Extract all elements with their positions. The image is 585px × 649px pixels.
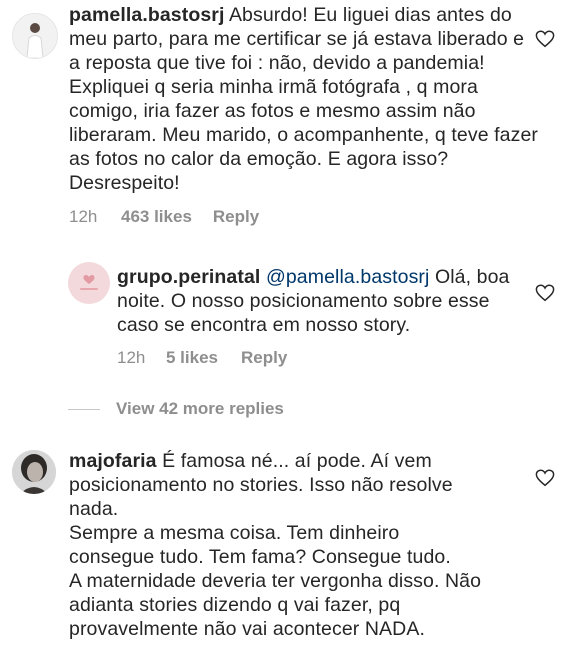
comment-meta: 12h 463 likes Reply <box>69 207 259 227</box>
comment-paragraph: majofaria É famosa né... aí pode. Aí vem… <box>69 449 489 521</box>
avatar-grupo-perinatal[interactable] <box>68 262 110 304</box>
mention-link[interactable]: @pamella.bastosrj <box>266 266 429 288</box>
divider-line <box>68 408 100 410</box>
avatar-majofaria[interactable] <box>12 450 56 494</box>
heart-outline-icon[interactable] <box>535 30 555 48</box>
comment-meta: 12h 5 likes Reply <box>117 348 287 368</box>
comment-time: 12h <box>69 207 98 226</box>
reply-button[interactable]: Reply <box>241 348 287 368</box>
comment-username[interactable]: majofaria <box>69 450 157 472</box>
heart-outline-icon[interactable] <box>535 284 555 302</box>
avatar-pamella[interactable] <box>12 13 58 59</box>
comment-text: pamella.bastosrj Absurdo! Eu liguei dias… <box>69 3 539 195</box>
heart-outline-icon[interactable] <box>535 469 555 487</box>
comment-body: Absurdo! Eu liguei dias antes do meu par… <box>69 4 539 194</box>
comment-time: 12h <box>117 348 146 367</box>
comment-likes[interactable]: 463 likes <box>121 207 192 227</box>
comment-text: grupo.perinatal @pamella.bastosrj Olá, b… <box>117 265 527 337</box>
comment-username[interactable]: pamella.bastosrj <box>69 4 225 26</box>
comment-paragraph: Sempre a mesma coisa. Tem dinheiro conse… <box>69 522 451 568</box>
reply-button[interactable]: Reply <box>213 207 259 227</box>
comment-likes[interactable]: 5 likes <box>166 348 218 368</box>
view-more-label[interactable]: View 42 more replies <box>116 399 284 419</box>
comment-username[interactable]: grupo.perinatal <box>117 266 260 288</box>
comment-text: majofaria É famosa né... aí pode. Aí vem… <box>69 449 489 641</box>
comment-paragraph: A maternidade deveria ter vergonha disso… <box>69 570 482 640</box>
view-more-replies[interactable]: View 42 more replies <box>68 399 284 419</box>
